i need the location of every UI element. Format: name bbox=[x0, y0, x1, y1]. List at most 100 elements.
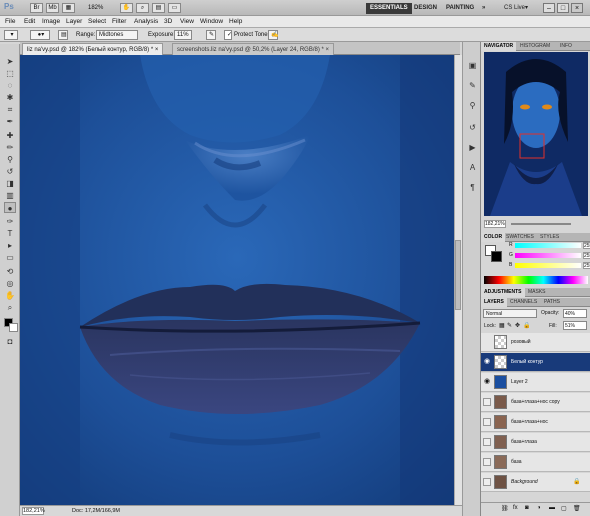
link-layers-icon[interactable]: ⛓ bbox=[501, 505, 509, 512]
layer-row[interactable]: база+глаза+нос bbox=[481, 413, 590, 432]
menu-select[interactable]: Select bbox=[88, 17, 106, 27]
navigator-zoom-field[interactable]: 182,21% bbox=[484, 220, 506, 228]
adjustment-layer-icon[interactable]: ◑ bbox=[537, 505, 541, 511]
lock-transparency-icon[interactable]: ▦ bbox=[499, 322, 505, 329]
menu-image[interactable]: Image bbox=[42, 17, 60, 27]
cs-live-button[interactable]: CS Live▾ bbox=[500, 3, 532, 14]
layer-row[interactable]: база+глаза bbox=[481, 433, 590, 452]
menu-layer[interactable]: Layer bbox=[66, 17, 82, 27]
zoom-tool-icon[interactable]: ⌕ bbox=[136, 3, 149, 13]
new-layer-icon[interactable]: ▢ bbox=[561, 505, 567, 512]
menu-3d[interactable]: 3D bbox=[164, 17, 172, 27]
path-selection-tool-icon[interactable]: ▸ bbox=[4, 240, 16, 251]
tab-document-screenshots[interactable]: screenshots.liz na'vy.psd @ 50,2% (Layer… bbox=[172, 43, 335, 55]
zoom-field[interactable]: 182,21% bbox=[22, 507, 45, 515]
tab-swatches[interactable]: SWATCHES bbox=[503, 233, 537, 242]
layer-row[interactable]: база bbox=[481, 453, 590, 472]
clone-stamp-tool-icon[interactable]: ⚲ bbox=[4, 154, 16, 165]
gradient-tool-icon[interactable]: ▥ bbox=[4, 190, 16, 201]
tablet-pressure-icon[interactable]: ✍ bbox=[268, 30, 278, 40]
red-slider[interactable] bbox=[515, 243, 581, 248]
brush-presets-icon[interactable]: ✎ bbox=[467, 80, 478, 91]
paragraph-panel-icon[interactable]: ¶ bbox=[467, 182, 478, 193]
menu-help[interactable]: Help bbox=[229, 17, 242, 27]
history-brush-tool-icon[interactable]: ↺ bbox=[4, 166, 16, 177]
layer-style-icon[interactable]: fx bbox=[513, 505, 518, 511]
tab-layers[interactable]: LAYERS bbox=[481, 298, 507, 307]
layer-row[interactable]: розовый bbox=[481, 333, 590, 352]
protect-tones-checkbox[interactable]: ✓ bbox=[224, 30, 232, 40]
lock-image-icon[interactable]: ✎ bbox=[507, 322, 512, 329]
tool-preset-icon[interactable]: ▾ bbox=[4, 30, 18, 40]
tab-document-active[interactable]: liz na'vy.psd @ 182% (Белый контур, RGB/… bbox=[22, 43, 164, 55]
blend-mode-select[interactable]: Normal bbox=[483, 309, 537, 318]
mini-bridge-icon[interactable]: Mb bbox=[46, 3, 59, 13]
more-workspaces-button[interactable]: » bbox=[478, 3, 489, 14]
history-panel-icon[interactable]: ↺ bbox=[467, 122, 478, 133]
brush-panel-icon[interactable]: ▤ bbox=[58, 30, 68, 40]
color-spectrum-ramp[interactable] bbox=[484, 276, 588, 284]
minimize-button[interactable]: – bbox=[543, 3, 555, 13]
move-tool-icon[interactable]: ➤ bbox=[4, 56, 16, 67]
color-background-swatch[interactable] bbox=[491, 251, 502, 262]
lock-all-icon[interactable]: 🔒 bbox=[523, 322, 530, 329]
layer-visibility-toggle[interactable] bbox=[483, 478, 491, 486]
green-slider[interactable] bbox=[515, 253, 581, 258]
tab-adjustments[interactable]: ADJUSTMENTS bbox=[481, 288, 525, 297]
maximize-button[interactable]: □ bbox=[557, 3, 569, 13]
hand-tool-icon[interactable]: ✋ bbox=[4, 290, 16, 301]
lock-position-icon[interactable]: ✥ bbox=[515, 322, 520, 329]
view-extras-icon[interactable]: ▦ bbox=[62, 3, 75, 13]
zoom-level-select[interactable]: 182% bbox=[88, 3, 116, 13]
airbrush-icon[interactable]: ✎ bbox=[206, 30, 216, 40]
arrange-documents-icon[interactable]: ▤ bbox=[152, 3, 165, 13]
healing-brush-tool-icon[interactable]: ✚ bbox=[4, 130, 16, 141]
hand-tool-icon[interactable]: ✋ bbox=[120, 3, 133, 13]
dodge-tool-icon[interactable]: ● bbox=[4, 202, 16, 213]
close-button[interactable]: × bbox=[571, 3, 583, 13]
eyedropper-tool-icon[interactable]: ✒ bbox=[4, 116, 16, 127]
tab-masks[interactable]: MASKS bbox=[525, 288, 549, 297]
tab-styles[interactable]: STYLES bbox=[537, 233, 562, 242]
type-tool-icon[interactable]: T bbox=[4, 228, 16, 239]
layer-visibility-toggle[interactable] bbox=[483, 458, 491, 466]
layer-row-selected[interactable]: ◉ Белый контур bbox=[481, 353, 590, 372]
exposure-field[interactable]: 11% bbox=[174, 30, 192, 40]
layer-row[interactable]: база+глаза+нос copy bbox=[481, 393, 590, 412]
background-color-swatch[interactable] bbox=[9, 323, 18, 332]
quick-mask-icon[interactable]: ◘ bbox=[4, 336, 16, 347]
green-value-field[interactable]: 255 bbox=[583, 252, 590, 259]
workspace-painting[interactable]: PAINTING bbox=[442, 3, 478, 14]
navigator-thumbnail[interactable] bbox=[484, 52, 588, 216]
tab-paths[interactable]: PATHS bbox=[541, 298, 563, 307]
menu-window[interactable]: Window bbox=[200, 17, 223, 27]
tab-info[interactable]: INFO bbox=[557, 42, 575, 51]
brush-picker[interactable]: ●▾ bbox=[30, 30, 50, 40]
clone-source-icon[interactable]: ⚲ bbox=[467, 100, 478, 111]
layer-visibility-toggle[interactable] bbox=[483, 418, 491, 426]
range-select[interactable]: Midtones bbox=[96, 30, 138, 40]
navigator-zoom-slider[interactable] bbox=[511, 223, 571, 225]
pen-tool-icon[interactable]: ✑ bbox=[4, 216, 16, 227]
character-panel-icon[interactable]: A bbox=[467, 162, 478, 173]
layer-visibility-eye-icon[interactable]: ◉ bbox=[483, 358, 491, 366]
menu-filter[interactable]: Filter bbox=[112, 17, 126, 27]
tab-channels[interactable]: CHANNELS bbox=[507, 298, 540, 307]
opacity-field[interactable]: 40% bbox=[563, 309, 587, 318]
layer-row[interactable]: Background 🔒 bbox=[481, 473, 590, 492]
bridge-icon[interactable]: Br bbox=[30, 3, 43, 13]
mini-bridge-panel-icon[interactable]: ▣ bbox=[467, 60, 478, 71]
menu-view[interactable]: View bbox=[180, 17, 194, 27]
crop-tool-icon[interactable]: ⌗ bbox=[4, 104, 16, 115]
workspace-design[interactable]: DESIGN bbox=[410, 3, 441, 14]
menu-edit[interactable]: Edit bbox=[24, 17, 35, 27]
delete-layer-icon[interactable]: 🗑 bbox=[573, 505, 581, 512]
layer-visibility-eye-icon[interactable]: ◉ bbox=[483, 378, 491, 386]
scrollbar-thumb[interactable] bbox=[455, 240, 461, 310]
3d-orbit-tool-icon[interactable]: ◎ bbox=[4, 278, 16, 289]
blue-value-field[interactable]: 255 bbox=[583, 262, 590, 269]
brush-tool-icon[interactable]: ✏ bbox=[4, 142, 16, 153]
tab-navigator[interactable]: NAVIGATOR bbox=[481, 42, 517, 51]
document-canvas[interactable] bbox=[20, 55, 454, 505]
tab-color[interactable]: COLOR bbox=[481, 233, 506, 242]
